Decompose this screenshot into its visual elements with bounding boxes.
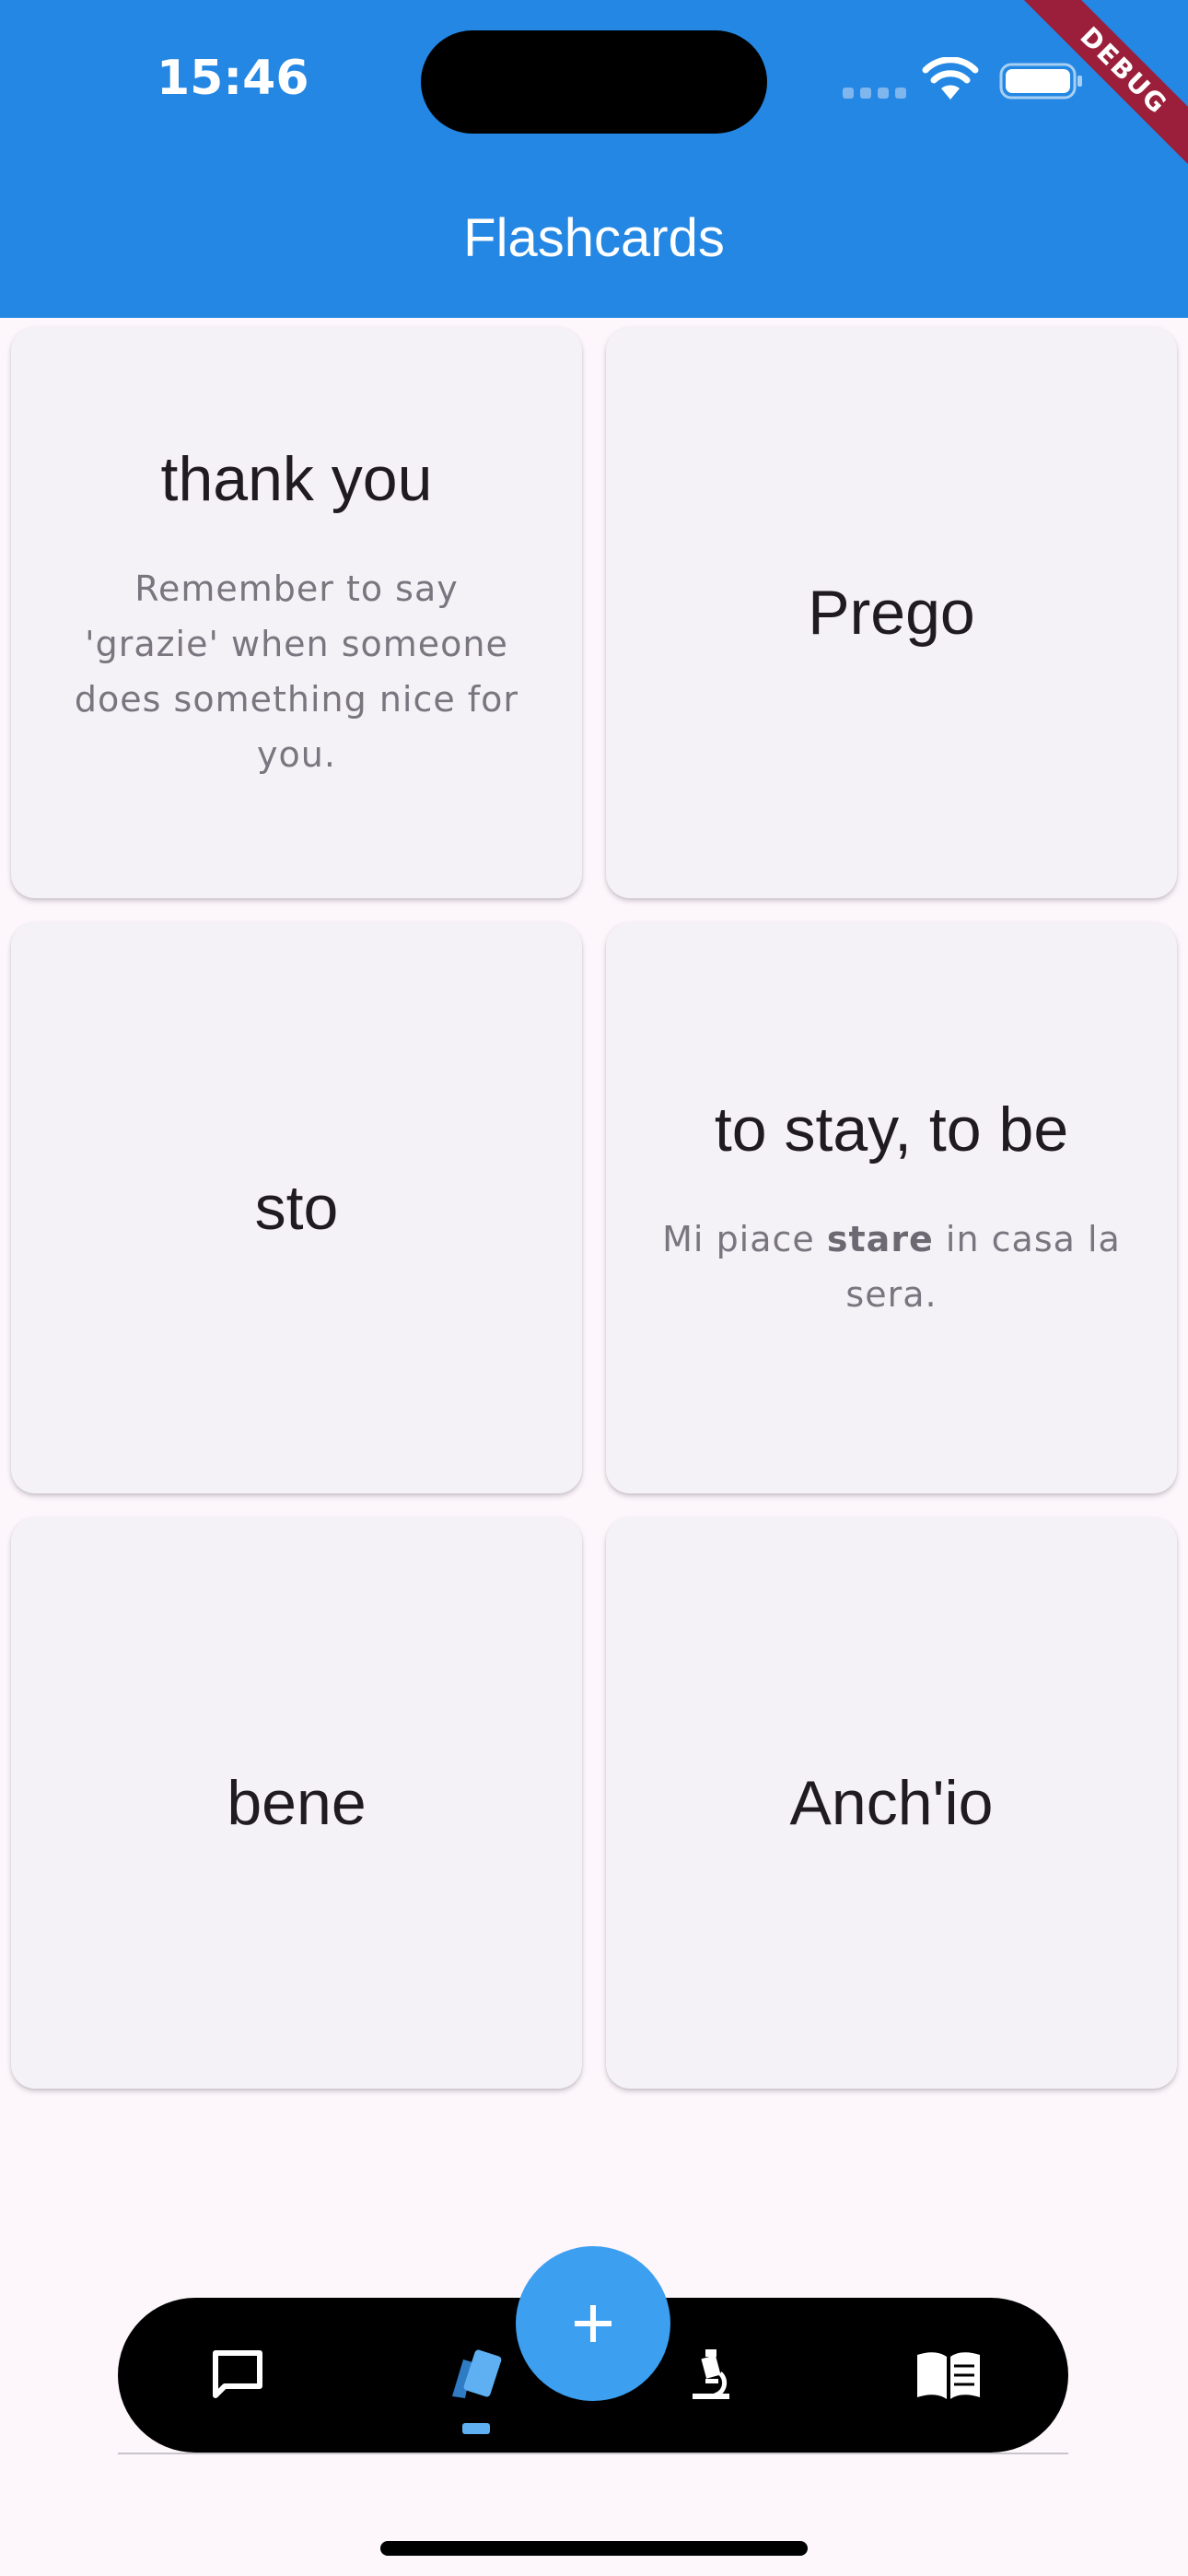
book-icon	[917, 2352, 980, 2399]
flashcard[interactable]: to stay, to be Mi piace stare in casa la…	[606, 922, 1177, 1493]
home-indicator[interactable]	[380, 2541, 808, 2556]
flashcard[interactable]: Anch'io	[606, 1517, 1177, 2089]
wifi-icon	[922, 57, 979, 100]
status-time: 15:46	[157, 51, 309, 106]
flashcard-term: sto	[254, 1173, 339, 1243]
note-text: Mi piace	[662, 1219, 827, 1259]
debug-banner: DEBUG	[1004, 0, 1188, 184]
nav-item-chat[interactable]	[182, 2298, 293, 2453]
microscope-icon	[693, 2349, 729, 2399]
flashcards-icon	[452, 2349, 502, 2398]
selected-nav-indicator	[462, 2423, 490, 2434]
nav-item-study[interactable]	[658, 2298, 768, 2453]
plus-icon	[575, 2305, 611, 2342]
flashcard[interactable]: thank you Remember to say 'grazie' when …	[11, 327, 582, 898]
divider	[118, 2453, 1068, 2454]
flashcard[interactable]: bene	[11, 1517, 582, 2089]
flashcard-term: thank you	[160, 444, 433, 514]
flashcard-term: to stay, to be	[714, 1095, 1069, 1165]
flashcard-term: Anch'io	[789, 1768, 994, 1838]
cellular-signal-icon	[843, 88, 906, 99]
nav-item-dictionary[interactable]	[893, 2298, 1004, 2453]
debug-banner-label: DEBUG	[1011, 0, 1188, 183]
note-highlight: stare	[826, 1219, 934, 1259]
flashcard[interactable]: sto	[11, 922, 582, 1493]
flashcard-term: Prego	[808, 578, 975, 648]
add-flashcard-button[interactable]	[516, 2246, 670, 2401]
chat-bubble-icon	[213, 2350, 262, 2398]
page-title: Flashcards	[463, 208, 725, 268]
dynamic-island	[421, 30, 767, 134]
flashcard-note: Mi piace stare in casa la sera.	[661, 1212, 1122, 1322]
flashcard-term: bene	[227, 1768, 367, 1838]
flashcard[interactable]: Prego	[606, 327, 1177, 898]
flashcard-note: Remember to say 'grazie' when someone do…	[74, 568, 519, 775]
